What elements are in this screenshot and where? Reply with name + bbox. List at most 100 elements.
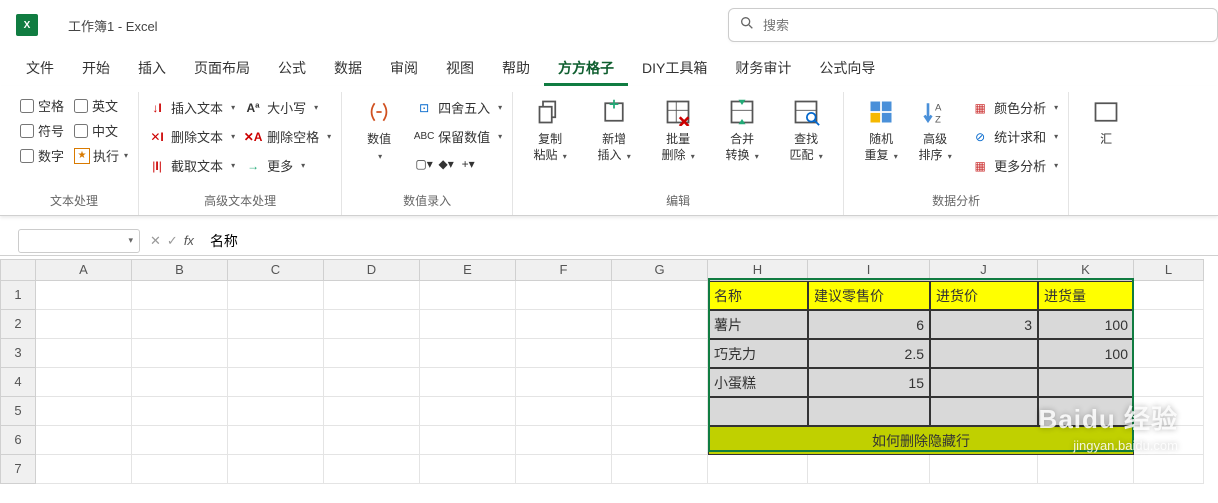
cell-G2[interactable] bbox=[612, 310, 708, 339]
row-header-6[interactable]: 6 bbox=[0, 426, 36, 455]
big-随机重复[interactable]: 随机重复 ▾ bbox=[854, 96, 908, 163]
big-批量删除[interactable]: 批量删除 ▾ bbox=[651, 96, 705, 163]
cell-I5[interactable] bbox=[808, 397, 930, 426]
big-合并转换[interactable]: 合并转换 ▾ bbox=[715, 96, 769, 163]
cell-G4[interactable] bbox=[612, 368, 708, 397]
checkbox-英文[interactable]: 英文 bbox=[74, 96, 128, 115]
cell-D5[interactable] bbox=[324, 397, 420, 426]
cell-B1[interactable] bbox=[132, 281, 228, 310]
cell-F3[interactable] bbox=[516, 339, 612, 368]
col-header-B[interactable]: B bbox=[132, 259, 228, 281]
cell-I2[interactable]: 6 bbox=[808, 310, 930, 339]
cell-J2[interactable]: 3 bbox=[930, 310, 1038, 339]
cell-H5[interactable] bbox=[708, 397, 808, 426]
cmd-删除文本[interactable]: ✕I删除文本 ▾ bbox=[149, 125, 235, 148]
cell-F1[interactable] bbox=[516, 281, 612, 310]
cell-L6[interactable] bbox=[1134, 426, 1204, 455]
cell-L4[interactable] bbox=[1134, 368, 1204, 397]
cmd-颜色分析[interactable]: ▦颜色分析 ▾ bbox=[972, 96, 1058, 119]
col-header-K[interactable]: K bbox=[1038, 259, 1134, 281]
cell-H4[interactable]: 小蛋糕 bbox=[708, 368, 808, 397]
cmd-四舍五入[interactable]: ⊡四舍五入 ▾ bbox=[416, 96, 502, 119]
cell-G5[interactable] bbox=[612, 397, 708, 426]
col-header-A[interactable]: A bbox=[36, 259, 132, 281]
cell-A3[interactable] bbox=[36, 339, 132, 368]
col-header-H[interactable]: H bbox=[708, 259, 808, 281]
select-all-cell[interactable] bbox=[0, 259, 36, 281]
summary-button[interactable]: 汇 bbox=[1079, 96, 1133, 148]
cell-H7[interactable] bbox=[708, 455, 808, 484]
cell-K7[interactable] bbox=[1038, 455, 1134, 484]
cell-E5[interactable] bbox=[420, 397, 516, 426]
col-header-F[interactable]: F bbox=[516, 259, 612, 281]
tab-DIY工具箱[interactable]: DIY工具箱 bbox=[628, 52, 721, 86]
cell-C3[interactable] bbox=[228, 339, 324, 368]
cell-H3[interactable]: 巧克力 bbox=[708, 339, 808, 368]
tab-公式[interactable]: 公式 bbox=[264, 52, 320, 86]
tab-文件[interactable]: 文件 bbox=[12, 52, 68, 86]
cell-C4[interactable] bbox=[228, 368, 324, 397]
name-box[interactable]: ▾ bbox=[18, 229, 140, 253]
cell-H1[interactable]: 名称 bbox=[708, 281, 808, 310]
cell-B2[interactable] bbox=[132, 310, 228, 339]
cmd-更多[interactable]: →更多 ▾ bbox=[245, 154, 331, 177]
cell-F2[interactable] bbox=[516, 310, 612, 339]
tab-页面布局[interactable]: 页面布局 bbox=[180, 52, 264, 86]
cell-D2[interactable] bbox=[324, 310, 420, 339]
fx-icon[interactable]: fx bbox=[184, 233, 194, 249]
cancel-icon[interactable]: ✕ bbox=[150, 233, 161, 249]
cell-A2[interactable] bbox=[36, 310, 132, 339]
cmd-统计求和[interactable]: ⊘统计求和 ▾ bbox=[972, 125, 1058, 148]
numeric-button[interactable]: 数值▾ bbox=[352, 96, 406, 163]
tab-财务审计[interactable]: 财务审计 bbox=[721, 52, 805, 86]
cell-K4[interactable] bbox=[1038, 368, 1134, 397]
cell-K1[interactable]: 进货量 bbox=[1038, 281, 1134, 310]
col-header-I[interactable]: I bbox=[808, 259, 930, 281]
cell-J4[interactable] bbox=[930, 368, 1038, 397]
row-header-2[interactable]: 2 bbox=[0, 310, 36, 339]
cell-B5[interactable] bbox=[132, 397, 228, 426]
col-header-D[interactable]: D bbox=[324, 259, 420, 281]
tab-帮助[interactable]: 帮助 bbox=[488, 52, 544, 86]
cell-C6[interactable] bbox=[228, 426, 324, 455]
cmd-更多分析[interactable]: ▦更多分析 ▾ bbox=[972, 154, 1058, 177]
row-header-5[interactable]: 5 bbox=[0, 397, 36, 426]
cell-J5[interactable] bbox=[930, 397, 1038, 426]
cell-E7[interactable] bbox=[420, 455, 516, 484]
checkbox-符号[interactable]: 符号 bbox=[20, 121, 64, 140]
tab-开始[interactable]: 开始 bbox=[68, 52, 124, 86]
cell-A7[interactable] bbox=[36, 455, 132, 484]
cell-D4[interactable] bbox=[324, 368, 420, 397]
cell-C7[interactable] bbox=[228, 455, 324, 484]
cell-I3[interactable]: 2.5 bbox=[808, 339, 930, 368]
cell-I1[interactable]: 建议零售价 bbox=[808, 281, 930, 310]
formula-input[interactable] bbox=[204, 233, 1218, 249]
col-header-G[interactable]: G bbox=[612, 259, 708, 281]
big-高级排序[interactable]: AZ高级排序 ▾ bbox=[908, 96, 962, 163]
numeric-extra[interactable]: ▢▾ ◆▾ +▾ bbox=[416, 154, 502, 174]
worksheet-grid[interactable]: ABCDEFGHIJKL 1名称建议零售价进货价进货量2薯片631003巧克力2… bbox=[0, 256, 1218, 484]
checkbox-数字[interactable]: 数字 bbox=[20, 146, 64, 165]
cmd-插入文本[interactable]: ↓I插入文本 ▾ bbox=[149, 96, 235, 119]
cell-L3[interactable] bbox=[1134, 339, 1204, 368]
cell-A6[interactable] bbox=[36, 426, 132, 455]
cell-B3[interactable] bbox=[132, 339, 228, 368]
cell-G6[interactable] bbox=[612, 426, 708, 455]
cell-D6[interactable] bbox=[324, 426, 420, 455]
cell-F4[interactable] bbox=[516, 368, 612, 397]
cell-K2[interactable]: 100 bbox=[1038, 310, 1134, 339]
cell-L5[interactable] bbox=[1134, 397, 1204, 426]
col-header-E[interactable]: E bbox=[420, 259, 516, 281]
cell-G1[interactable] bbox=[612, 281, 708, 310]
cell-A1[interactable] bbox=[36, 281, 132, 310]
tab-审阅[interactable]: 审阅 bbox=[376, 52, 432, 86]
cell-F7[interactable] bbox=[516, 455, 612, 484]
cell-G3[interactable] bbox=[612, 339, 708, 368]
tab-数据[interactable]: 数据 bbox=[320, 52, 376, 86]
tab-插入[interactable]: 插入 bbox=[124, 52, 180, 86]
big-复制粘贴[interactable]: 复制粘贴 ▾ bbox=[523, 96, 577, 163]
big-新增插入[interactable]: 新增插入 ▾ bbox=[587, 96, 641, 163]
row-header-3[interactable]: 3 bbox=[0, 339, 36, 368]
cell-H2[interactable]: 薯片 bbox=[708, 310, 808, 339]
cell-L2[interactable] bbox=[1134, 310, 1204, 339]
